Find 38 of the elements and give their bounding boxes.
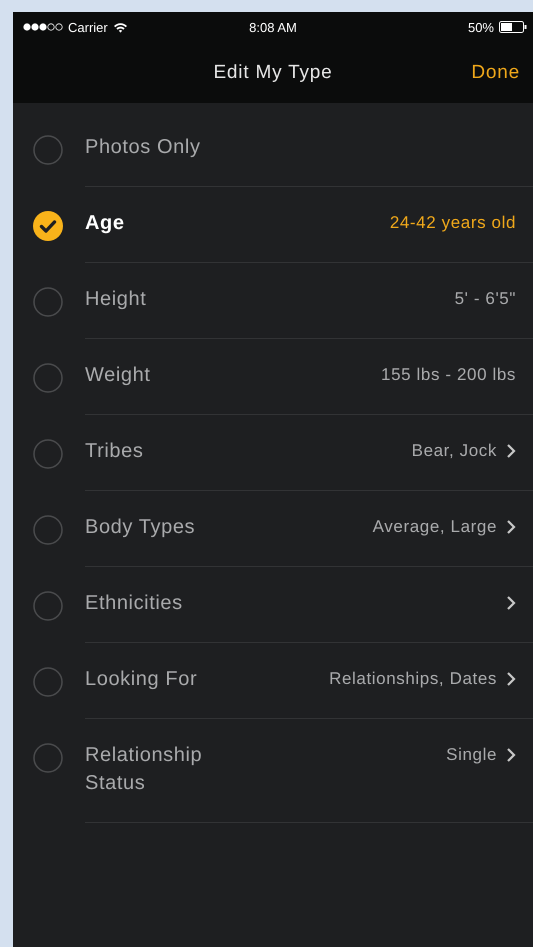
checked-radio-icon[interactable]: [33, 211, 63, 241]
filter-label: Photos Only: [85, 135, 201, 160]
radio-icon[interactable]: [33, 667, 63, 697]
filter-value: 155 lbs - 200 lbs: [381, 365, 516, 385]
done-button[interactable]: Done: [471, 62, 520, 84]
chevron-right-icon[interactable]: [506, 747, 516, 763]
battery-percent: 50%: [468, 20, 494, 34]
wifi-icon: [112, 22, 128, 32]
carrier-name: Carrier: [68, 20, 108, 34]
filter-value: Average, Large: [372, 517, 497, 537]
filter-label: Height: [85, 287, 146, 312]
filter-value: 24-42 years old: [390, 213, 516, 233]
filter-value: Single: [446, 745, 497, 765]
filter-value: Relationships, Dates: [329, 669, 497, 689]
radio-icon[interactable]: [33, 363, 63, 393]
filter-value: 5' - 6'5": [454, 289, 516, 309]
filter-label: Looking For: [85, 667, 198, 692]
radio-icon[interactable]: [33, 591, 63, 621]
signal-icon: [23, 23, 63, 31]
filter-label: Body Types: [85, 515, 196, 540]
chevron-right-icon[interactable]: [506, 671, 516, 687]
radio-icon[interactable]: [33, 743, 63, 773]
radio-icon[interactable]: [33, 135, 63, 165]
chevron-right-icon[interactable]: [506, 443, 516, 459]
radio-icon[interactable]: [33, 439, 63, 469]
radio-icon[interactable]: [33, 287, 63, 317]
filter-label: Relationship Status: [85, 743, 204, 796]
filter-label: Ethnicities: [85, 591, 183, 616]
filter-value: Bear, Jock: [412, 441, 497, 461]
radio-icon[interactable]: [33, 515, 63, 545]
battery-icon: [499, 21, 527, 33]
chevron-right-icon[interactable]: [506, 595, 516, 611]
screen-title: Edit My Type: [213, 62, 333, 84]
filter-label: Tribes: [85, 439, 144, 464]
filter-label: Weight: [85, 363, 150, 388]
chevron-right-icon[interactable]: [506, 519, 516, 535]
filter-label: Age: [85, 211, 125, 236]
status-time: 8:08 AM: [249, 20, 297, 34]
